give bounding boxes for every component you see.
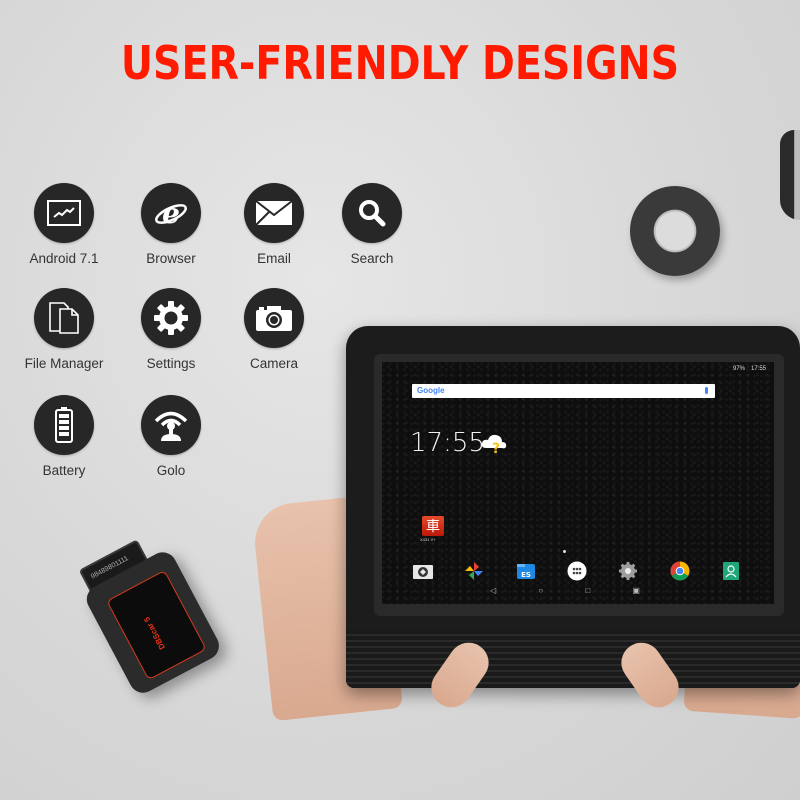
envelope-icon [244, 183, 304, 243]
feature-android[interactable]: Android 7.1 [14, 183, 114, 266]
magnifier-icon [342, 183, 402, 243]
battery-icon [34, 395, 94, 455]
feature-file-manager[interactable]: File Manager [14, 288, 114, 371]
feature-search[interactable]: Search [322, 183, 422, 266]
google-logo: Google [417, 386, 445, 395]
home-button[interactable]: ○ [538, 586, 543, 595]
svg-text:ES: ES [521, 571, 531, 579]
feature-label: Camera [249, 356, 298, 371]
battery-status: 97% [732, 366, 745, 372]
x431-app-icon[interactable]: 車 [422, 516, 444, 536]
feature-label: Battery [42, 463, 86, 478]
feature-settings[interactable]: Settings [121, 288, 221, 371]
feature-label: Golo [156, 463, 186, 478]
dongle-brand: DBScar 5 [142, 615, 167, 652]
pinwheel-icon[interactable] [463, 560, 485, 582]
feature-label: Search [350, 251, 394, 266]
weather-icon[interactable]: ? [480, 432, 508, 459]
dongle-panel: DBScar 5 [106, 569, 207, 681]
feature-camera[interactable]: Camera [224, 288, 324, 371]
camera-icon [244, 288, 304, 348]
clock-widget[interactable]: 17:55 [410, 428, 485, 458]
documents-icon [34, 288, 94, 348]
screen-bezel: 97% 17:55 Google 17:55 ? 車 X431 V+ ES ◁ … [374, 354, 784, 616]
internet-explorer-icon: e [141, 183, 201, 243]
feature-golo[interactable]: Golo [121, 395, 221, 478]
app-dock: ES [412, 560, 742, 582]
chart-monitor-icon [34, 183, 94, 243]
settings-gear-icon[interactable] [617, 560, 639, 582]
feature-label: Browser [146, 251, 196, 266]
chrome-icon[interactable] [669, 560, 691, 582]
feature-label: Settings [146, 356, 196, 371]
app-drawer-icon[interactable] [566, 560, 588, 582]
tablet-screen[interactable]: 97% 17:55 Google 17:55 ? 車 X431 V+ ES ◁ … [382, 362, 774, 604]
back-button[interactable]: ◁ [490, 586, 496, 595]
gear-icon [141, 288, 201, 348]
screenshot-button[interactable]: ▣ [632, 586, 640, 595]
car-part-image [780, 130, 800, 220]
nav-bar: ◁ ○ □ ▣ [490, 586, 640, 595]
status-time: 17:55 [750, 366, 766, 372]
golo-signal-icon [141, 395, 201, 455]
tablet-device: 97% 17:55 Google 17:55 ? 車 X431 V+ ES ◁ … [346, 326, 800, 688]
google-search-bar[interactable]: Google [412, 384, 715, 398]
contacts-icon[interactable] [720, 560, 742, 582]
x431-app-label: X431 V+ [420, 537, 436, 542]
page-indicator [563, 550, 566, 553]
obd-dongle-image: 98489801111 DBScar 5 [72, 522, 235, 698]
feature-label: Email [257, 251, 291, 266]
status-bar: 97% 17:55 [733, 366, 766, 372]
feature-label: Android 7.1 [29, 251, 99, 266]
feature-label: File Manager [24, 356, 104, 371]
feature-battery[interactable]: Battery [14, 395, 114, 478]
svg-text:e: e [162, 197, 180, 230]
headline: USER-FRIENDLY DESIGNS [120, 36, 680, 90]
feature-browser[interactable]: e Browser [121, 183, 221, 266]
camera-app-icon[interactable] [412, 560, 434, 582]
folder-es-icon[interactable]: ES [515, 560, 537, 582]
tablet-grip [346, 630, 800, 688]
feature-email[interactable]: Email [224, 183, 324, 266]
svg-text:?: ? [492, 441, 500, 454]
recents-button[interactable]: □ [585, 586, 590, 595]
tire-image [630, 186, 720, 276]
mic-icon[interactable] [705, 387, 708, 394]
